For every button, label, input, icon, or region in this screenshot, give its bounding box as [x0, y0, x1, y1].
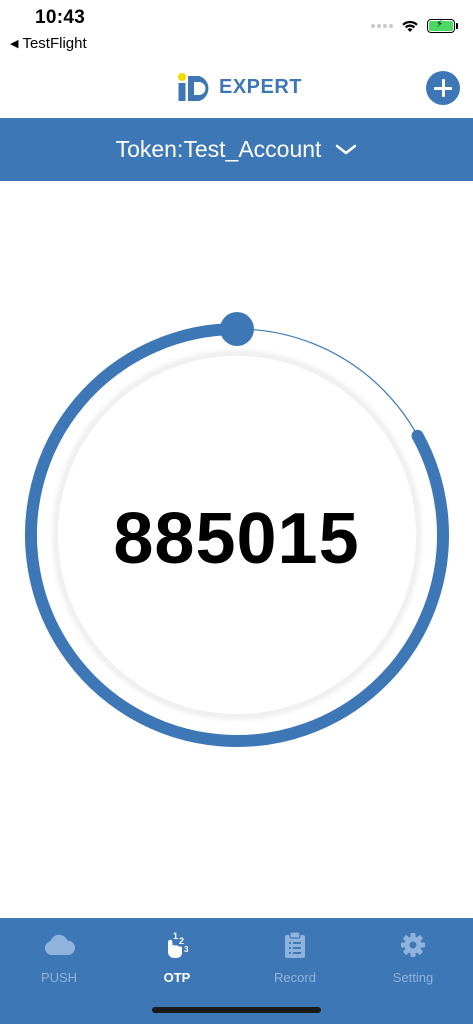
- tab-otp[interactable]: 1 2 3 OTP: [118, 930, 236, 992]
- otp-touch-icon: 1 2 3: [168, 931, 189, 958]
- token-label: Token:Test_Account: [115, 136, 322, 162]
- clipboard-icon: [285, 931, 305, 958]
- tab-record[interactable]: Record: [236, 930, 354, 992]
- svg-text:3: 3: [184, 945, 189, 954]
- app-header: EXPERT: [0, 60, 473, 116]
- back-triangle-icon: ◀: [10, 38, 19, 50]
- add-token-button[interactable]: [426, 71, 460, 105]
- status-time: 10:43: [35, 7, 86, 28]
- cellular-signal-icon: [371, 24, 393, 28]
- status-indicators: ⚡: [371, 19, 458, 33]
- id-logo-icon: [178, 73, 209, 101]
- gear-icon: [401, 933, 425, 957]
- tab-setting-label: Setting: [392, 970, 434, 985]
- status-bar: 10:43 ◀ TestFlight ⚡: [0, 0, 473, 56]
- chevron-down-icon: [336, 144, 357, 154]
- back-app-label: TestFlight: [22, 35, 87, 52]
- otp-countdown: 885015: [0, 310, 473, 760]
- battery-charging-icon: ⚡: [427, 19, 458, 33]
- home-indicator: [152, 1007, 321, 1013]
- svg-text:1: 1: [173, 931, 178, 941]
- tab-record-label: Record: [274, 970, 316, 985]
- app-logo: EXPERT: [177, 72, 302, 102]
- back-to-app-link[interactable]: ◀ TestFlight: [10, 35, 87, 52]
- cloud-icon: [44, 934, 75, 955]
- otp-code: 885015: [113, 499, 360, 579]
- wifi-icon: [402, 20, 418, 32]
- tab-bar: PUSH 1 2 3 OTP Record Setting: [0, 918, 473, 1024]
- tab-push-label: PUSH: [40, 970, 78, 985]
- ring-knob: [220, 312, 254, 346]
- token-selector[interactable]: Token:Test_Account: [0, 118, 473, 181]
- logo-text: EXPERT: [219, 75, 303, 98]
- tab-setting[interactable]: Setting: [354, 930, 472, 992]
- tab-otp-label: OTP: [163, 970, 191, 985]
- tab-push[interactable]: PUSH: [0, 930, 118, 992]
